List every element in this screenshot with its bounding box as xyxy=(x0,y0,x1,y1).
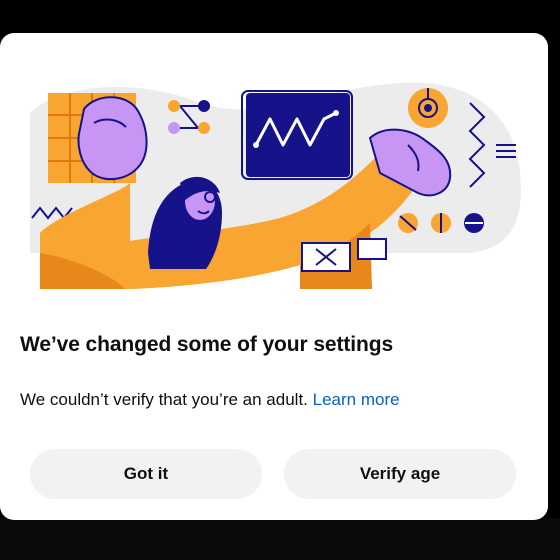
dialog-message: We couldn’t verify that you’re an adult.… xyxy=(20,390,400,410)
verify-age-button[interactable]: Verify age xyxy=(284,449,516,499)
dial-icon xyxy=(408,88,448,128)
illustration xyxy=(30,82,521,289)
settings-changed-dialog: We’ve changed some of your settings We c… xyxy=(0,33,548,520)
dialog-title: We’ve changed some of your settings xyxy=(20,333,394,356)
got-it-button[interactable]: Got it xyxy=(30,449,262,499)
slider-dots-icon xyxy=(398,213,484,233)
monitor-chart-icon xyxy=(241,90,353,180)
message-text: We couldn’t verify that you’re an adult. xyxy=(20,390,308,409)
small-window-icon xyxy=(357,238,387,260)
close-box-icon xyxy=(301,242,351,272)
learn-more-link[interactable]: Learn more xyxy=(313,390,400,409)
left-hand xyxy=(77,96,148,181)
page-backdrop xyxy=(0,518,560,560)
